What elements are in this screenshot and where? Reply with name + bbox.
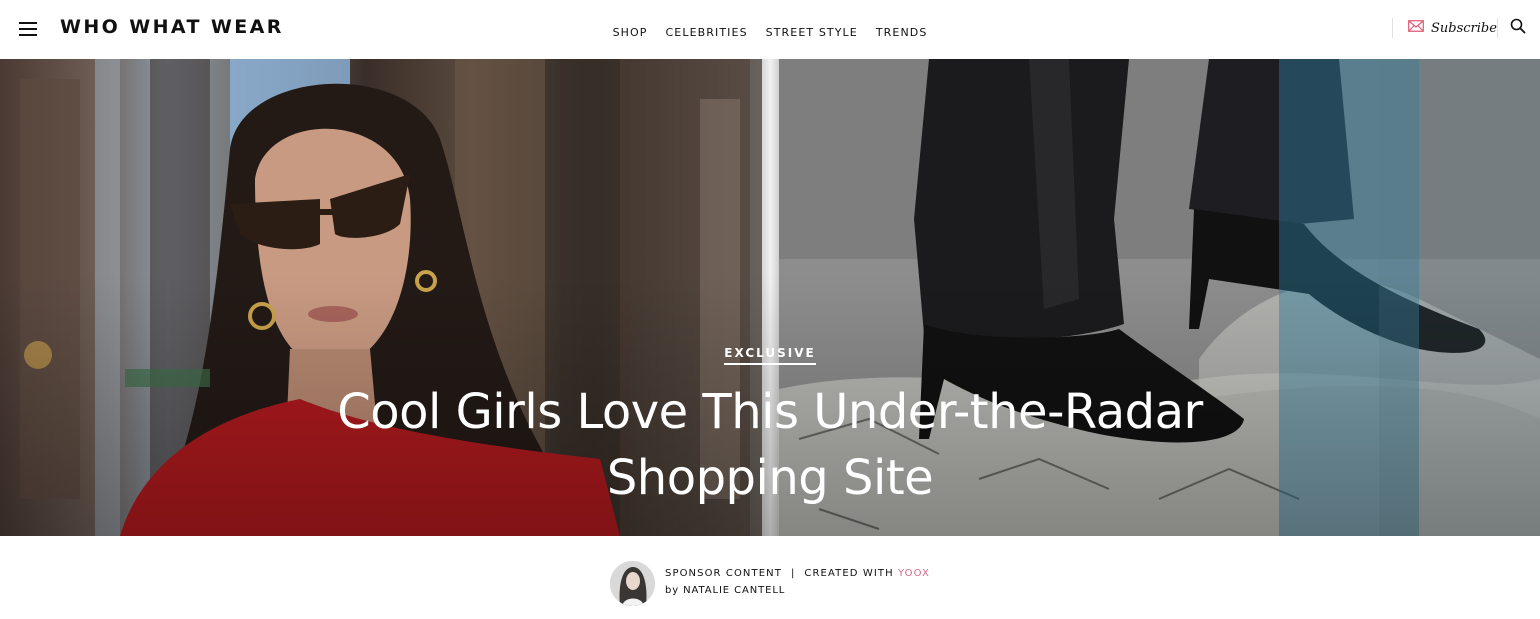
header-divider	[1392, 18, 1393, 38]
site-header: WHO WHAT WEAR SHOP CELEBRITIES STREET ST…	[0, 0, 1540, 59]
nav-item-street-style[interactable]: STREET STYLE	[766, 26, 858, 39]
byline-text: SPONSOR CONTENT | CREATED WITH YOOX by NAT…	[665, 566, 930, 600]
subscribe-label: Subscribe	[1431, 20, 1497, 36]
author-name-link[interactable]: NATALIE CANTELL	[683, 585, 785, 596]
hamburger-line	[19, 22, 37, 24]
nav-item-celebrities[interactable]: CELEBRITIES	[666, 26, 748, 39]
site-logo[interactable]: WHO WHAT WEAR	[60, 16, 284, 38]
avatar[interactable]	[610, 560, 655, 606]
nav-item-trends[interactable]: TRENDS	[876, 26, 928, 39]
header-divider	[1497, 18, 1498, 38]
article-byline: SPONSOR CONTENT | CREATED WITH YOOX by NAT…	[610, 560, 930, 606]
subscribe-button[interactable]: Subscribe	[1408, 19, 1497, 37]
hamburger-line	[19, 34, 37, 36]
hamburger-menu-icon[interactable]	[19, 21, 37, 36]
category-badge[interactable]: EXCLUSIVE	[724, 346, 816, 365]
sponsor-brand-link[interactable]: YOOX	[898, 568, 930, 579]
sponsor-content-label: SPONSOR CONTENT	[665, 568, 782, 579]
sponsor-line: SPONSOR CONTENT | CREATED WITH YOOX	[665, 566, 930, 582]
article-headline[interactable]: Cool Girls Love This Under-the-Radar Sho…	[320, 379, 1220, 511]
author-line: by NATALIE CANTELL	[665, 582, 930, 600]
hero-text-block: EXCLUSIVE Cool Girls Love This Under-the…	[0, 344, 1540, 511]
nav-item-shop[interactable]: SHOP	[613, 26, 648, 39]
created-with-label: CREATED WITH	[804, 568, 894, 579]
by-label: by	[665, 585, 680, 596]
search-icon[interactable]	[1510, 18, 1528, 36]
byline-separator: |	[790, 568, 796, 579]
envelope-icon	[1408, 19, 1424, 37]
hero-banner[interactable]: EXCLUSIVE Cool Girls Love This Under-the…	[0, 59, 1540, 536]
hamburger-line	[19, 28, 37, 30]
